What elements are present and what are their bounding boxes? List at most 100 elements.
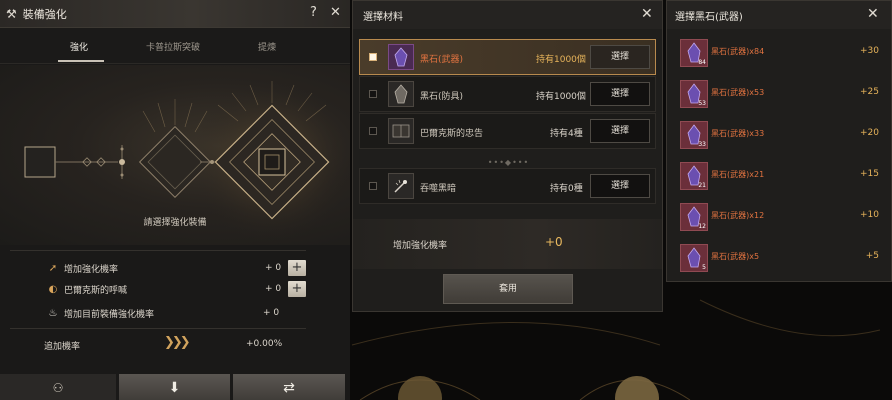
devour-darkness-icon — [388, 173, 414, 199]
black-stone-icon: 5 — [680, 244, 708, 272]
divider — [10, 328, 306, 329]
material-row[interactable]: 巴爾克斯的忠告 持有4種 選擇 — [359, 113, 656, 149]
chevrons-icon: ❯❯❯ — [164, 335, 191, 350]
checkbox[interactable] — [369, 53, 377, 61]
close-button[interactable]: ✕ — [641, 6, 653, 22]
bonus-rate-value: +0.00% — [246, 339, 283, 349]
stat-row: ➚ 增加強化機率 + 0 + — [30, 260, 320, 276]
material-owned: 持有1000個 — [536, 55, 586, 65]
stone-count: 21 — [698, 182, 706, 189]
stone-value: +20 — [860, 128, 879, 138]
stone-row[interactable]: 84 黑石(武器)x84 +30 — [677, 37, 887, 69]
advice-book-icon — [388, 118, 414, 144]
stone-name: 黑石(武器)x21 — [711, 170, 765, 179]
stat-row: ◐ 巴爾克斯的呼喊 + 0 + — [30, 281, 320, 297]
swap-arrows-icon: ⇄ — [283, 380, 295, 396]
rate-label: 增加強化機率 — [393, 241, 448, 251]
stone-name: 黑石(武器)x33 — [711, 129, 765, 138]
stone-value: +15 — [860, 169, 879, 179]
material-row[interactable]: 黑石(武器) 持有1000個 選擇 — [359, 39, 656, 75]
stone-count: 12 — [698, 223, 706, 230]
checkbox[interactable] — [369, 182, 377, 190]
active-tab-indicator — [58, 60, 104, 62]
select-equipment-hint: 請選擇強化裝備 — [143, 218, 207, 228]
select-button[interactable]: 選擇 — [590, 174, 650, 198]
stone-name: 黑石(武器)x84 — [711, 47, 765, 56]
select-button[interactable]: 選擇 — [590, 119, 650, 143]
swap-button[interactable]: ⇄ — [233, 374, 345, 400]
apply-button[interactable]: 套用 — [443, 274, 573, 304]
close-button[interactable]: ✕ — [330, 6, 341, 20]
material-row[interactable]: 吞噬黑暗 持有0種 選擇 — [359, 168, 656, 204]
material-owned: 持有4種 — [550, 129, 583, 139]
close-button[interactable]: ✕ — [867, 6, 879, 22]
stone-row[interactable]: 33 黑石(武器)x33 +20 — [677, 119, 887, 151]
material-name: 黑石(防具) — [420, 92, 464, 102]
stone-row[interactable]: 21 黑石(武器)x21 +15 — [677, 160, 887, 192]
down-arrow-circle-icon: ⬇ — [168, 380, 181, 396]
help-button[interactable]: ? — [310, 6, 317, 20]
material-owned: 持有1000個 — [536, 92, 586, 102]
stone-value: +5 — [865, 251, 879, 261]
bell-icon: ◐ — [48, 283, 58, 295]
enhancement-tabs: 強化 卡普拉斯突破 提煉 — [0, 28, 350, 64]
select-material-header: 選擇材料 — [353, 1, 662, 29]
bonus-rate-label: 追加機率 — [44, 342, 81, 352]
item-slot-button[interactable]: ⚇ — [0, 374, 116, 400]
black-stone-header: 選擇黑石(武器) — [667, 1, 891, 29]
material-owned: 持有0種 — [550, 184, 583, 194]
black-stone-armor-icon — [388, 81, 414, 107]
divider — [10, 250, 306, 251]
black-stone-icon: 33 — [680, 121, 708, 149]
black-stone-icon: 12 — [680, 203, 708, 231]
checkbox[interactable] — [369, 127, 377, 135]
select-material-panel: 選擇材料 ✕ 黑石(武器) 持有1000個 選擇 黑石(防具) 持有1000個 … — [352, 0, 663, 312]
up-arrow-icon: ➚ — [48, 262, 58, 274]
stat-label: 巴爾克斯的呼喊 — [64, 285, 128, 296]
black-stone-panel: 選擇黑石(武器) ✕ 84 黑石(武器)x84 +30 53 黑石(武器)x53… — [666, 0, 892, 282]
black-stone-icon: 53 — [680, 80, 708, 108]
select-button[interactable]: 選擇 — [590, 45, 650, 69]
flame-icon: ♨ — [48, 307, 58, 319]
checkbox[interactable] — [369, 90, 377, 98]
stat-value: + 0 — [265, 263, 282, 273]
material-name: 黑石(武器) — [420, 55, 464, 65]
stone-row[interactable]: 53 黑石(武器)x53 +25 — [677, 78, 887, 110]
tab-refine[interactable]: 提煉 — [258, 40, 276, 53]
material-row[interactable]: 黑石(防具) 持有1000個 選擇 — [359, 76, 656, 112]
stone-row[interactable]: 5 黑石(武器)x5 +5 — [677, 242, 887, 274]
rate-summary: 增加強化機率 +0 — [353, 219, 662, 269]
black-stone-weapon-icon — [388, 44, 414, 70]
stone-name: 黑石(武器)x5 — [711, 252, 760, 261]
download-button[interactable]: ⬇ — [119, 374, 230, 400]
material-name: 巴爾克斯的忠告 — [420, 129, 484, 139]
stat-label: 增加強化機率 — [64, 264, 119, 275]
stat-label: 增加目前裝備強化機率 — [64, 309, 155, 320]
separator-dots: •••◆••• — [487, 158, 530, 167]
stat-row: ♨ 增加目前裝備強化機率 + 0 — [30, 305, 320, 321]
stone-value: +30 — [860, 46, 879, 56]
stone-count: 33 — [698, 141, 706, 148]
add-button[interactable]: + — [288, 260, 306, 276]
pouch-icon: ⚇ — [52, 381, 64, 395]
stone-count: 84 — [698, 59, 706, 66]
add-button[interactable]: + — [288, 281, 306, 297]
stone-row[interactable]: 12 黑石(武器)x12 +10 — [677, 201, 887, 233]
tab-enhance[interactable]: 強化 — [70, 40, 88, 53]
stat-value: + 0 — [265, 284, 282, 294]
stone-value: +25 — [860, 87, 879, 97]
stone-name: 黑石(武器)x53 — [711, 88, 765, 97]
rate-value: +0 — [545, 235, 563, 249]
enhancement-panel: ⚒ 裝備強化 ? ✕ 強化 卡普拉斯突破 提煉 請選擇強化裝備 ➚ 增加強化機率… — [0, 0, 350, 400]
stone-name: 黑石(武器)x12 — [711, 211, 765, 220]
stat-value: + 0 — [263, 308, 280, 318]
select-button[interactable]: 選擇 — [590, 82, 650, 106]
material-name: 吞噬黑暗 — [420, 184, 457, 194]
stone-value: +10 — [860, 210, 879, 220]
tab-caphras-breakthrough[interactable]: 卡普拉斯突破 — [146, 40, 200, 53]
enhancement-header: ⚒ 裝備強化 ? ✕ — [0, 0, 350, 28]
stone-count: 5 — [702, 264, 706, 271]
hammer-wrench-icon: ⚒ — [6, 6, 17, 21]
enhancement-title: 裝備強化 — [22, 7, 67, 21]
stone-count: 53 — [698, 100, 706, 107]
